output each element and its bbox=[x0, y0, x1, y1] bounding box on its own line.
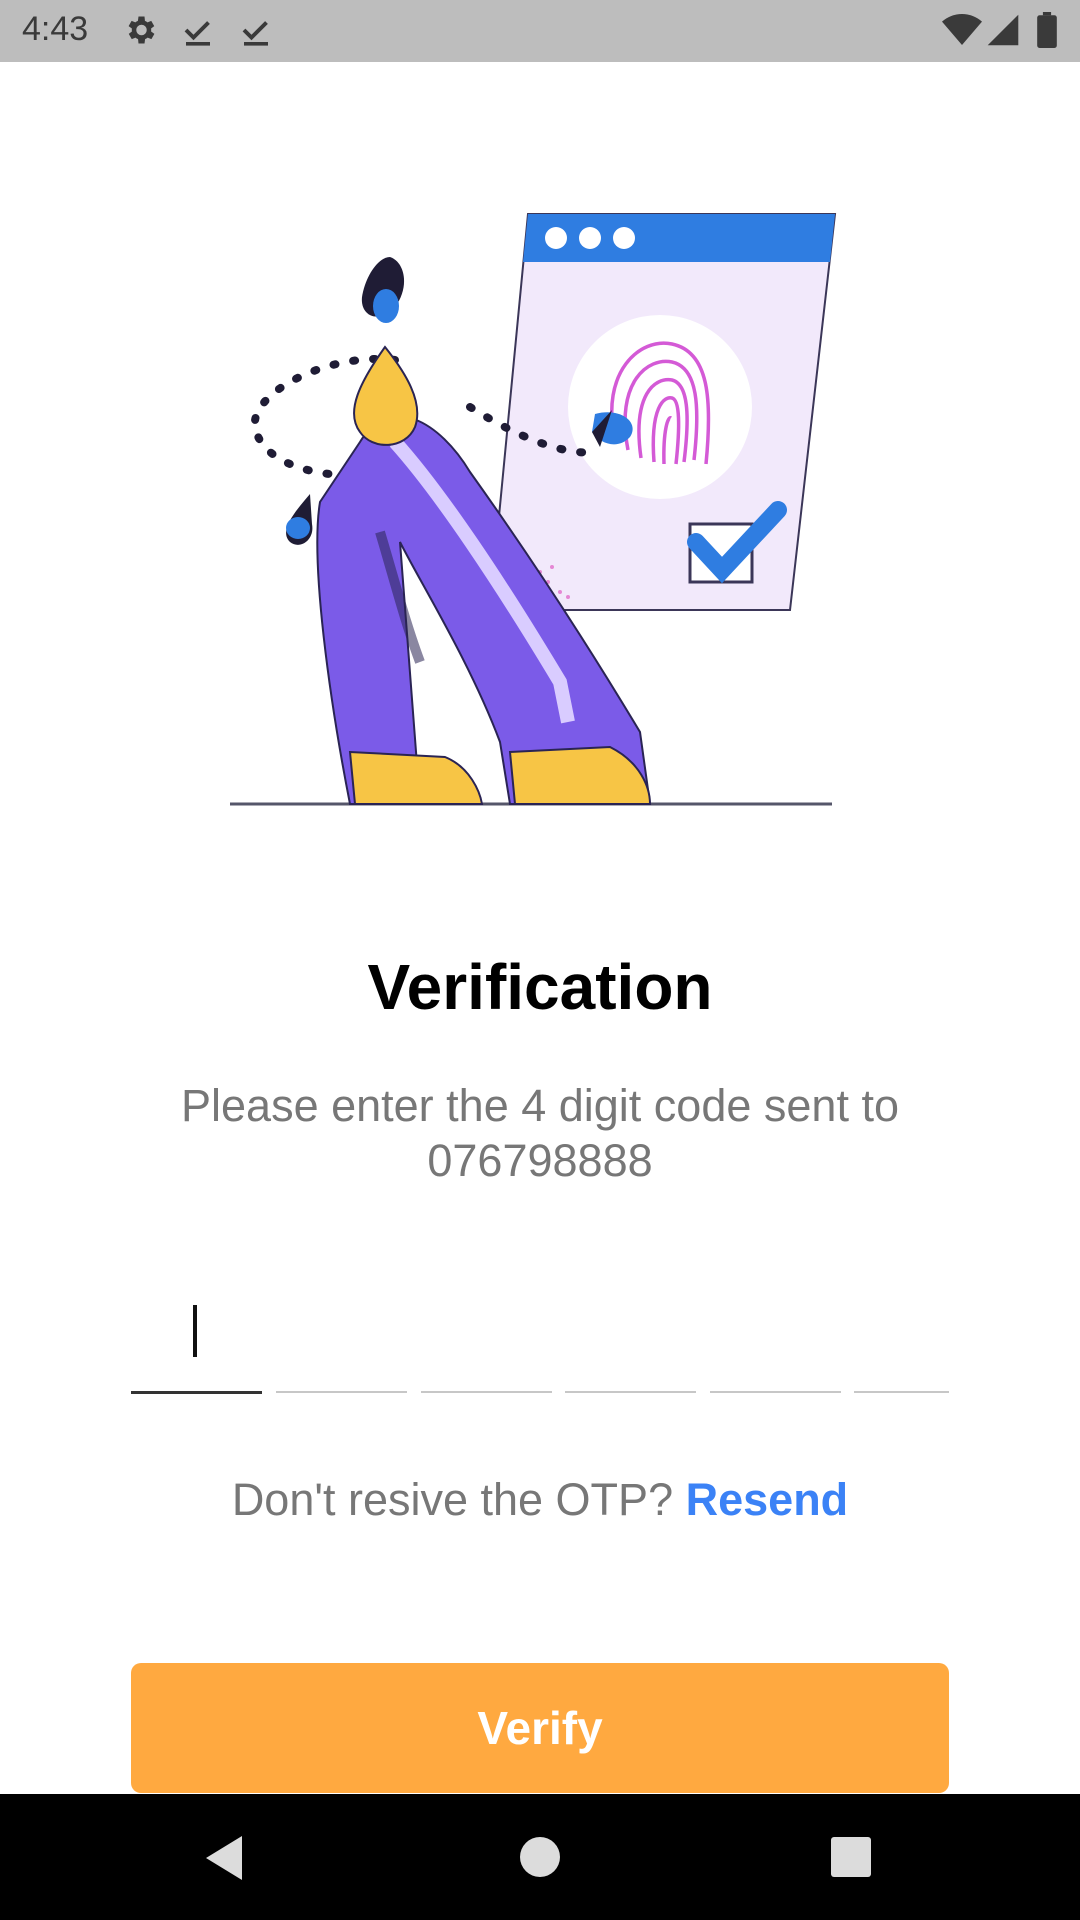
recents-icon[interactable] bbox=[830, 1836, 872, 1883]
otp-digit-input-3[interactable] bbox=[421, 1285, 552, 1393]
back-icon[interactable] bbox=[202, 1834, 246, 1887]
status-bar: 4:43 bbox=[0, 0, 1080, 62]
wifi-icon bbox=[942, 12, 982, 53]
instruction-text: Please enter the 4 digit code sent to 07… bbox=[181, 1080, 899, 1186]
home-icon[interactable] bbox=[519, 1836, 561, 1883]
download-done-icon bbox=[180, 12, 216, 53]
resend-link[interactable]: Resend bbox=[686, 1474, 849, 1525]
navigation-bar bbox=[0, 1794, 1080, 1920]
resend-prompt-text: Don't resive the OTP? bbox=[231, 1474, 674, 1525]
cell-signal-icon bbox=[986, 12, 1020, 53]
download-done-icon bbox=[238, 12, 274, 53]
text-cursor bbox=[193, 1305, 197, 1357]
otp-digit-input-1[interactable] bbox=[131, 1285, 262, 1394]
browser-window-illustration bbox=[488, 213, 837, 611]
page-title: Verification bbox=[367, 951, 713, 1023]
otp-digit-input-4[interactable] bbox=[565, 1285, 696, 1393]
status-time: 4:43 bbox=[22, 10, 89, 48]
resend-prompt-row: Don't resive the OTP? Resend bbox=[0, 1474, 1080, 1526]
otp-digit-input-6[interactable] bbox=[854, 1285, 949, 1393]
verify-button[interactable]: Verify bbox=[131, 1663, 949, 1793]
fingerprint-verification-illustration bbox=[230, 213, 837, 806]
otp-digit-input-2[interactable] bbox=[276, 1285, 407, 1393]
gear-icon bbox=[122, 12, 158, 53]
battery-icon bbox=[1036, 12, 1058, 53]
otp-input-group bbox=[131, 1285, 949, 1395]
otp-digit-input-5[interactable] bbox=[710, 1285, 841, 1393]
